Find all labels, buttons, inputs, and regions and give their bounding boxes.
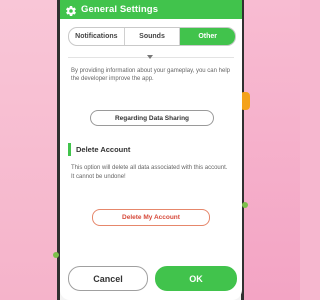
tab-notifications[interactable]: Notifications bbox=[69, 28, 125, 45]
settings-dialog: General Settings Notifications Sounds Ot… bbox=[60, 0, 242, 300]
background-right bbox=[243, 0, 300, 300]
background-game-element bbox=[242, 202, 248, 208]
settings-tabs: Notifications Sounds Other bbox=[68, 27, 236, 46]
background-left bbox=[0, 0, 58, 300]
tab-sounds[interactable]: Sounds bbox=[125, 28, 181, 45]
dialog-title: General Settings bbox=[81, 4, 159, 15]
cancel-button[interactable]: Cancel bbox=[68, 266, 148, 291]
delete-account-section-header: Delete Account bbox=[68, 143, 130, 156]
delete-account-title: Delete Account bbox=[76, 145, 131, 154]
delete-account-info-text: This option will delete all data associa… bbox=[71, 165, 228, 180]
delete-account-button[interactable]: Delete My Account bbox=[92, 209, 210, 226]
section-accent-bar bbox=[68, 143, 71, 156]
dialog-header: General Settings bbox=[60, 0, 242, 19]
data-sharing-button[interactable]: Regarding Data Sharing bbox=[90, 110, 214, 126]
ok-button[interactable]: OK bbox=[155, 266, 237, 291]
background-game-element bbox=[53, 252, 59, 258]
chevron-down-icon bbox=[147, 55, 153, 59]
tab-other[interactable]: Other bbox=[180, 28, 235, 45]
privacy-info-text: By providing information about your game… bbox=[71, 68, 230, 82]
gear-icon bbox=[65, 4, 77, 16]
